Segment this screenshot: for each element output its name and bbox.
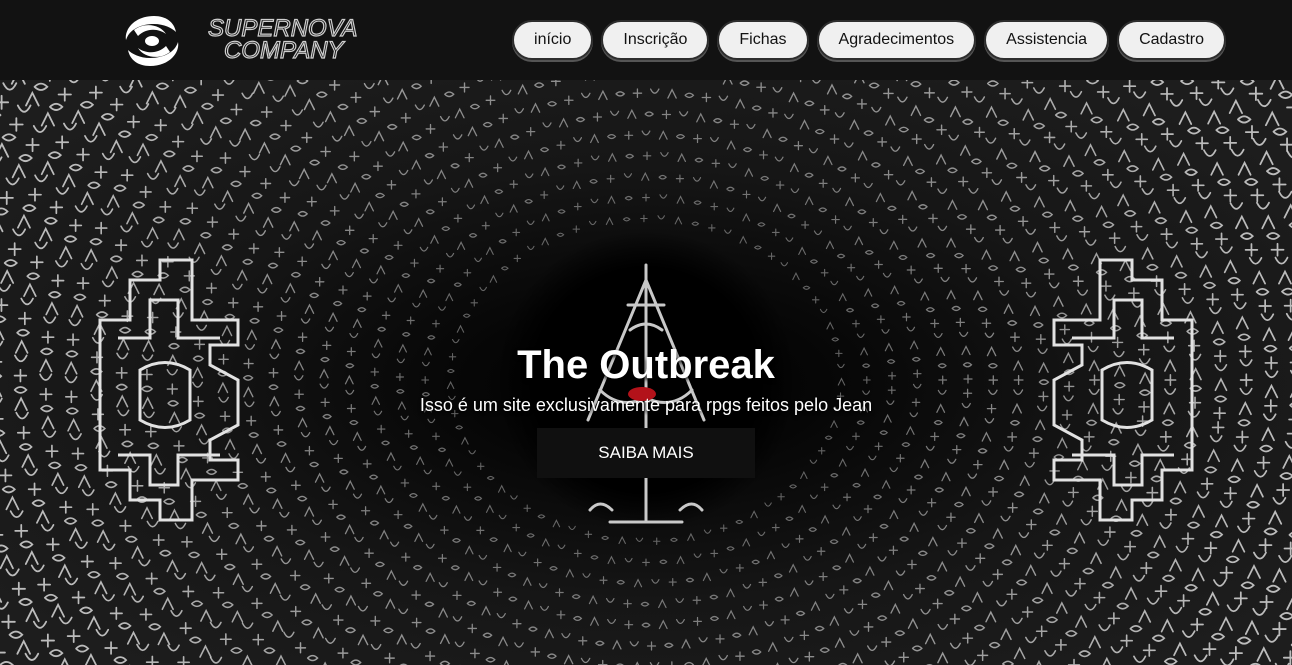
nav-cadastro-button[interactable]: Cadastro [1117, 20, 1226, 60]
nav-agradecimentos-button[interactable]: Agradecimentos [816, 20, 977, 60]
saiba-mais-button[interactable]: SAIBA MAIS [537, 428, 755, 478]
site-header: SUPERNOVA COMPANY início Inscrição Ficha… [0, 0, 1292, 80]
nav-assistencia-button[interactable]: Assistencia [984, 20, 1110, 60]
main-nav: início Inscrição Fichas Agradecimentos A… [512, 20, 1226, 60]
brand-logo[interactable]: SUPERNOVA COMPANY [120, 12, 365, 70]
hero-section: The Outbreak Isso é um site exclusivamen… [0, 80, 1292, 665]
hero-content: The Outbreak Isso é um site exclusivamen… [0, 342, 1292, 478]
spiral-galaxy-icon: SUPERNOVA COMPANY [125, 14, 358, 66]
brand-name-line2: COMPANY [224, 37, 346, 64]
hero-title: The Outbreak [517, 343, 775, 387]
nav-inscricao-button[interactable]: Inscrição [601, 20, 710, 60]
hero-subtitle: Isso é um site exclusivamente para rpgs … [419, 395, 873, 415]
nav-fichas-button[interactable]: Fichas [717, 20, 809, 60]
nav-inicio-button[interactable]: início [512, 20, 594, 60]
